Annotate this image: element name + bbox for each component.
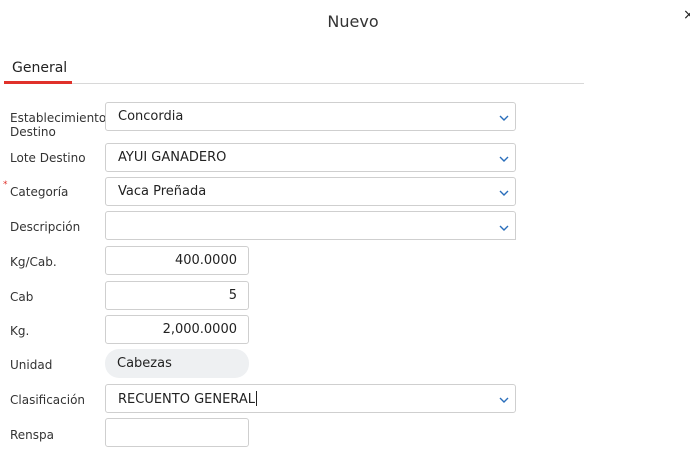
kg-cab-label: Kg/Cab. <box>10 255 57 269</box>
dialog-title: Nuevo <box>327 12 379 31</box>
text-cursor <box>255 391 257 406</box>
chevron-down-icon <box>499 188 509 198</box>
categoria-label: Categoría <box>10 185 69 199</box>
lote-select[interactable]: AYUI GANADERO <box>105 143 516 172</box>
cab-input[interactable]: 5 <box>105 281 249 310</box>
establecimiento-value: Concordia <box>118 109 184 124</box>
close-icon[interactable]: × <box>683 7 690 23</box>
cab-label: Cab <box>10 290 34 304</box>
chevron-down-icon <box>499 223 509 233</box>
kg-value: 2,000.0000 <box>162 322 237 337</box>
kg-label: Kg. <box>10 324 30 338</box>
clasificacion-select[interactable]: RECUENTO GENERAL <box>105 384 516 413</box>
cab-value: 5 <box>228 288 237 303</box>
establecimiento-select[interactable]: Concordia <box>105 102 516 131</box>
categoria-select[interactable]: Vaca Preñada <box>105 177 516 206</box>
clasificacion-value-wrap: RECUENTO GENERAL <box>118 391 257 407</box>
chevron-down-icon <box>499 154 509 164</box>
tab-bar: General <box>4 58 584 84</box>
unidad-label: Unidad <box>10 358 53 372</box>
clasificacion-value: RECUENTO GENERAL <box>118 392 255 407</box>
establecimiento-label: Establecimiento Destino <box>10 111 107 139</box>
tab-general[interactable]: General <box>4 58 72 84</box>
required-mark: * <box>3 180 8 190</box>
unidad-field: Cabezas <box>105 349 249 378</box>
categoria-value: Vaca Preñada <box>118 184 207 199</box>
descripcion-select[interactable] <box>105 211 516 240</box>
kg-cab-value: 400.0000 <box>174 253 237 268</box>
renspa-input[interactable] <box>105 418 249 447</box>
kg-cab-input[interactable]: 400.0000 <box>105 246 249 275</box>
clasificacion-label: Clasificación <box>10 393 86 407</box>
renspa-label: Renspa <box>10 428 55 442</box>
kg-input[interactable]: 2,000.0000 <box>105 315 249 344</box>
chevron-down-icon <box>499 113 509 123</box>
chevron-down-icon <box>499 395 509 405</box>
unidad-value: Cabezas <box>117 356 172 371</box>
lote-label: Lote Destino <box>10 151 86 165</box>
lote-value: AYUI GANADERO <box>118 150 227 165</box>
descripcion-label: Descripción <box>10 220 81 234</box>
